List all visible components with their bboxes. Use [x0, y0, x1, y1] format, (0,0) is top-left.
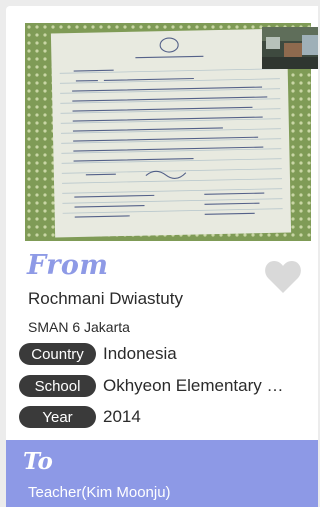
recipient-bar: To Teacher(Kim Moonju): [6, 440, 318, 507]
thumbnail-graphic: [262, 27, 318, 69]
from-heading: From: [27, 250, 109, 281]
sender-name: Rochmani Dwiastuty: [28, 289, 183, 308]
to-heading: To: [23, 448, 53, 475]
detail-row-school: School Okhyeon Elementary School: [19, 374, 288, 398]
school-value: Okhyeon Elementary School: [103, 376, 288, 395]
school-badge: School: [19, 375, 96, 397]
year-value: 2014: [103, 407, 141, 426]
sender-school: SMAN 6 Jakarta: [28, 319, 130, 335]
thumbnail-image[interactable]: [262, 27, 318, 69]
letter-card[interactable]: From Rochmani Dwiastuty SMAN 6 Jakarta C…: [6, 6, 318, 507]
heart-icon[interactable]: [264, 260, 302, 294]
year-badge: Year: [19, 406, 96, 428]
country-value: Indonesia: [103, 344, 177, 363]
detail-row-country: Country Indonesia: [19, 342, 177, 366]
recipient-name: Teacher(Kim Moonju): [28, 484, 171, 501]
detail-row-year: Year 2014: [19, 405, 141, 429]
country-badge: Country: [19, 343, 96, 365]
